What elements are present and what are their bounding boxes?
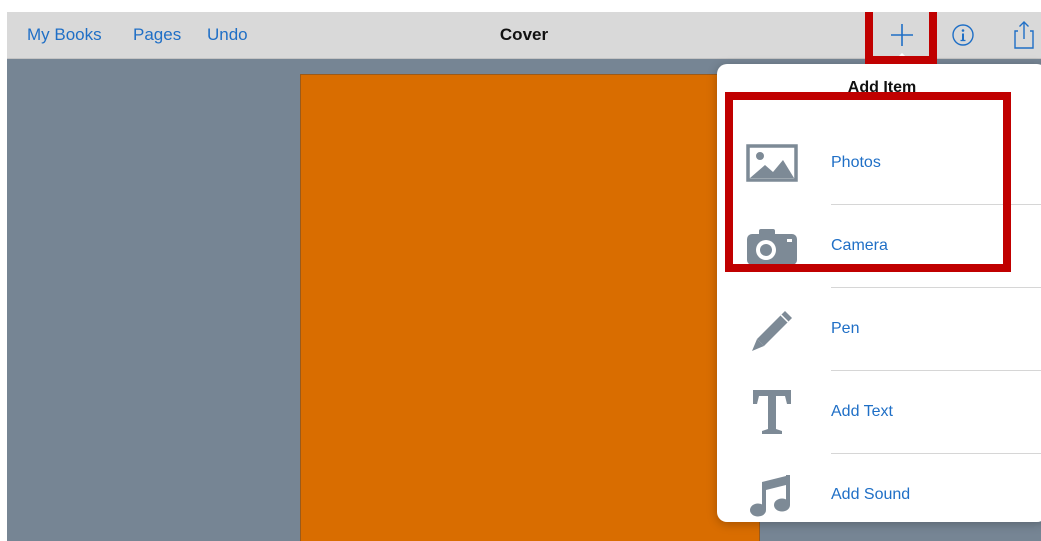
toolbar: My Books Pages Undo Cover xyxy=(7,12,1041,59)
plus-icon[interactable] xyxy=(885,18,919,52)
menu-item-label: Add Sound xyxy=(831,486,911,503)
cover-page[interactable] xyxy=(300,74,760,541)
add-item-popover: Add Item Photos Camera Pen Add Text Add … xyxy=(717,64,1041,522)
app-screen: My Books Pages Undo Cover Add Item Photo… xyxy=(7,12,1041,541)
my-books-button[interactable]: My Books xyxy=(27,25,102,45)
menu-item-label: Photos xyxy=(831,154,881,171)
info-icon[interactable] xyxy=(946,18,980,52)
menu-item-add-sound[interactable]: Add Sound xyxy=(717,454,1041,537)
camera-icon xyxy=(745,221,799,271)
music-note-icon xyxy=(745,470,799,520)
photos-icon xyxy=(745,138,799,188)
menu-item-label: Pen xyxy=(831,320,860,337)
menu-item-add-text[interactable]: Add Text xyxy=(717,371,1041,454)
menu-item-camera[interactable]: Camera xyxy=(717,205,1041,288)
share-icon[interactable] xyxy=(1007,18,1041,52)
menu-item-photos[interactable]: Photos xyxy=(717,122,1041,205)
text-icon xyxy=(745,387,799,437)
pen-icon xyxy=(745,304,799,354)
menu-item-label: Add Text xyxy=(831,403,893,420)
pages-button[interactable]: Pages xyxy=(133,25,181,45)
menu-item-pen[interactable]: Pen xyxy=(717,288,1041,371)
undo-button[interactable]: Undo xyxy=(207,25,248,45)
popover-title: Add Item xyxy=(847,79,917,96)
menu-item-label: Camera xyxy=(831,237,888,254)
